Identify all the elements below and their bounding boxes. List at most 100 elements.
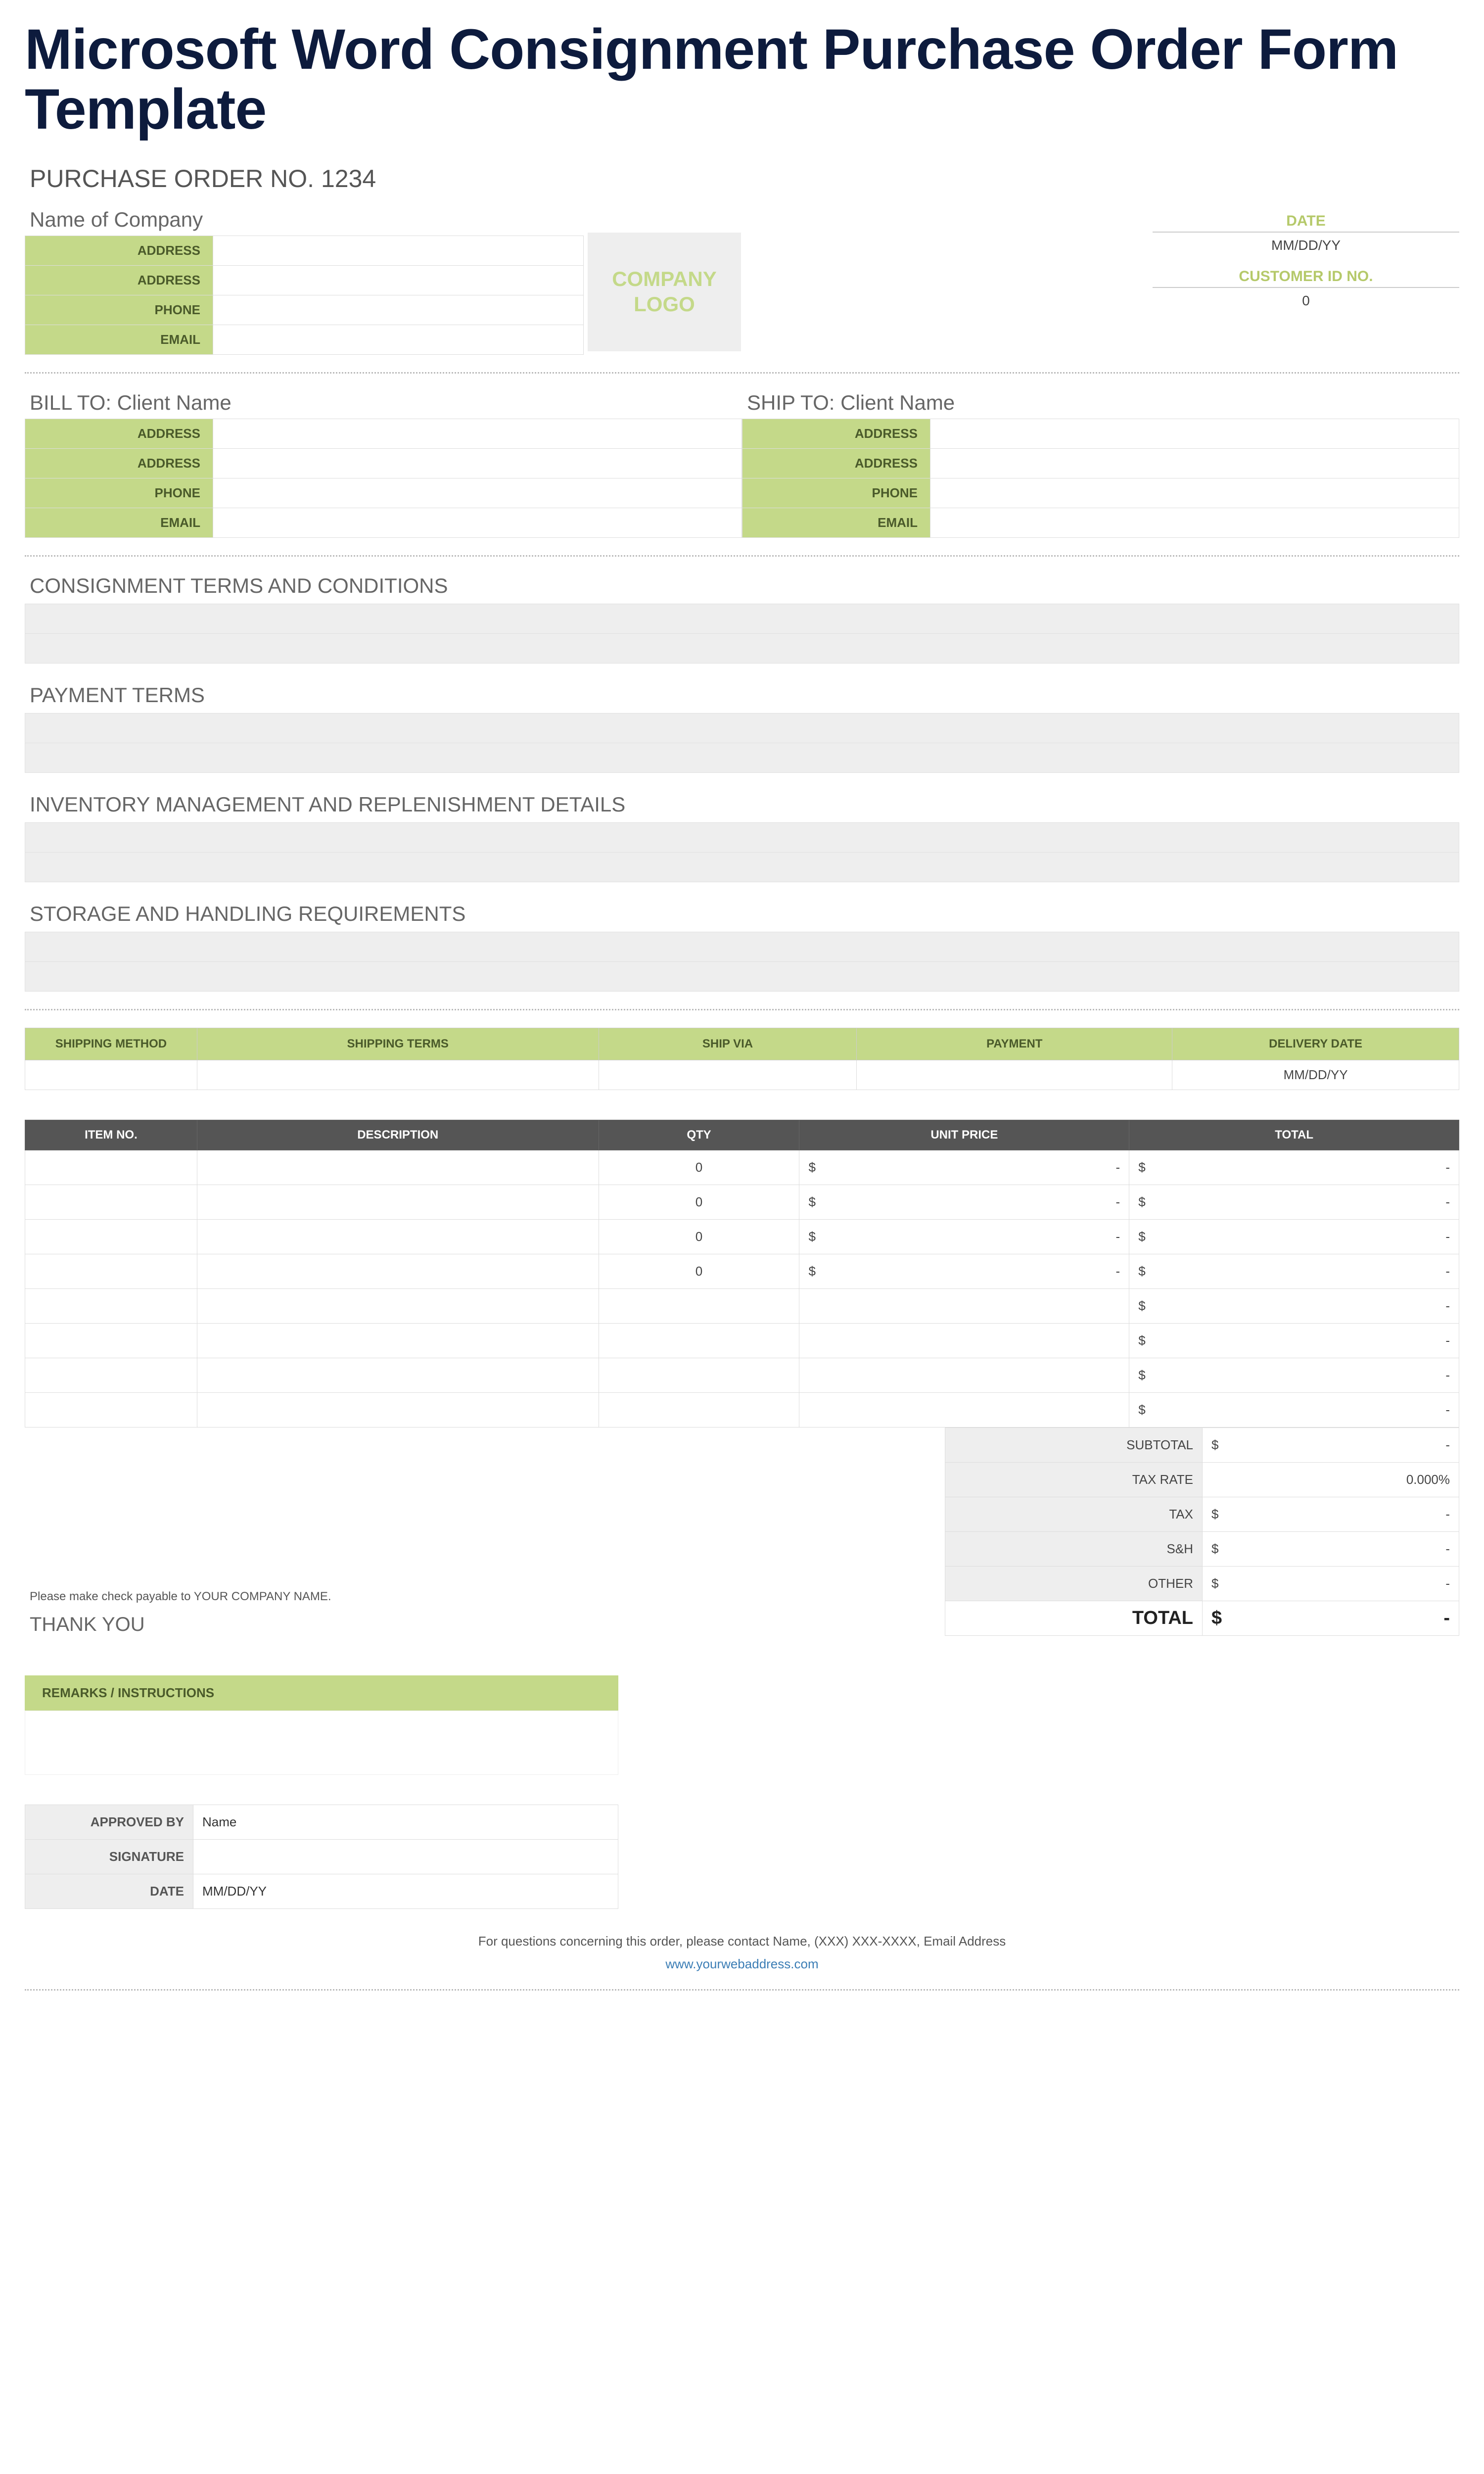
col-header: QTY bbox=[599, 1120, 799, 1150]
total-cell[interactable]: $- bbox=[1129, 1254, 1459, 1288]
unit-price-cell[interactable]: $- bbox=[799, 1254, 1129, 1288]
shipping-terms-cell[interactable] bbox=[197, 1060, 599, 1090]
approval-label-cell: SIGNATURE bbox=[25, 1839, 193, 1874]
item-no-cell[interactable] bbox=[25, 1150, 197, 1185]
field-value[interactable] bbox=[213, 448, 742, 478]
description-cell[interactable] bbox=[197, 1358, 599, 1392]
unit-price-cell[interactable]: $- bbox=[799, 1150, 1129, 1185]
total-cell[interactable]: $- bbox=[1129, 1219, 1459, 1254]
shipping-method-cell[interactable] bbox=[25, 1060, 197, 1090]
field-value[interactable] bbox=[213, 508, 742, 537]
unit-price-cell[interactable] bbox=[799, 1288, 1129, 1323]
totals-value-cell: $- bbox=[1203, 1427, 1459, 1462]
field-label: ADDRESS bbox=[742, 419, 930, 448]
qty-cell[interactable]: 0 bbox=[599, 1254, 799, 1288]
payment-cell[interactable] bbox=[857, 1060, 1172, 1090]
field-value[interactable] bbox=[213, 419, 742, 448]
bill-to-title: BILL TO: Client Name bbox=[25, 391, 742, 415]
total-cell[interactable]: $- bbox=[1129, 1288, 1459, 1323]
divider bbox=[25, 555, 1459, 557]
col-header: TOTAL bbox=[1129, 1120, 1459, 1150]
totals-row: S&H$- bbox=[945, 1531, 1459, 1566]
remarks-body[interactable] bbox=[25, 1711, 618, 1775]
totals-row: OTHER$- bbox=[945, 1566, 1459, 1601]
consignment-terms-title: CONSIGNMENT TERMS AND CONDITIONS bbox=[25, 574, 1459, 598]
table-row: $- bbox=[25, 1358, 1459, 1392]
qty-cell[interactable] bbox=[599, 1358, 799, 1392]
description-cell[interactable] bbox=[197, 1392, 599, 1427]
date-value[interactable]: MM/DD/YY bbox=[1153, 233, 1459, 263]
item-no-cell[interactable] bbox=[25, 1288, 197, 1323]
field-label: ADDRESS bbox=[742, 448, 930, 478]
approval-value-cell[interactable]: MM/DD/YY bbox=[193, 1874, 618, 1908]
unit-price-cell[interactable]: $- bbox=[799, 1185, 1129, 1219]
consignment-terms-area[interactable] bbox=[25, 604, 1459, 664]
field-value[interactable] bbox=[213, 325, 584, 354]
delivery-date-cell[interactable]: MM/DD/YY bbox=[1172, 1060, 1459, 1090]
item-no-cell[interactable] bbox=[25, 1219, 197, 1254]
qty-cell[interactable]: 0 bbox=[599, 1219, 799, 1254]
qty-cell[interactable] bbox=[599, 1392, 799, 1427]
field-value[interactable] bbox=[213, 295, 584, 325]
field-value[interactable] bbox=[213, 478, 742, 508]
col-header: DELIVERY DATE bbox=[1172, 1028, 1459, 1060]
field-value[interactable] bbox=[930, 448, 1459, 478]
description-cell[interactable] bbox=[197, 1288, 599, 1323]
field-value[interactable] bbox=[930, 419, 1459, 448]
description-cell[interactable] bbox=[197, 1323, 599, 1358]
inventory-area[interactable] bbox=[25, 822, 1459, 882]
unit-price-cell[interactable] bbox=[799, 1323, 1129, 1358]
description-cell[interactable] bbox=[197, 1150, 599, 1185]
footer-link[interactable]: www.yourwebaddress.com bbox=[25, 1956, 1459, 1972]
field-label: PHONE bbox=[25, 478, 213, 508]
field-label: EMAIL bbox=[25, 508, 213, 537]
field-label: ADDRESS bbox=[25, 265, 213, 295]
ship-via-cell[interactable] bbox=[599, 1060, 857, 1090]
item-no-cell[interactable] bbox=[25, 1323, 197, 1358]
totals-value-cell: $- bbox=[1203, 1497, 1459, 1531]
qty-cell[interactable] bbox=[599, 1323, 799, 1358]
unit-price-cell[interactable] bbox=[799, 1392, 1129, 1427]
item-no-cell[interactable] bbox=[25, 1358, 197, 1392]
field-value[interactable] bbox=[213, 265, 584, 295]
field-value[interactable] bbox=[213, 236, 584, 265]
company-info-table: ADDRESS ADDRESS PHONE EMAIL bbox=[25, 236, 584, 355]
table-row: $- bbox=[25, 1392, 1459, 1427]
total-cell[interactable]: $- bbox=[1129, 1392, 1459, 1427]
field-label: PHONE bbox=[742, 478, 930, 508]
totals-label-cell: TAX RATE bbox=[945, 1462, 1203, 1497]
total-cell[interactable]: $- bbox=[1129, 1150, 1459, 1185]
description-cell[interactable] bbox=[197, 1254, 599, 1288]
inventory-title: INVENTORY MANAGEMENT AND REPLENISHMENT D… bbox=[25, 793, 1459, 816]
col-header: DESCRIPTION bbox=[197, 1120, 599, 1150]
unit-price-cell[interactable]: $- bbox=[799, 1219, 1129, 1254]
qty-cell[interactable]: 0 bbox=[599, 1185, 799, 1219]
customer-id-value[interactable]: 0 bbox=[1153, 288, 1459, 319]
total-cell[interactable]: $- bbox=[1129, 1358, 1459, 1392]
description-cell[interactable] bbox=[197, 1185, 599, 1219]
qty-cell[interactable]: 0 bbox=[599, 1150, 799, 1185]
field-value[interactable] bbox=[930, 478, 1459, 508]
ship-to-title: SHIP TO: Client Name bbox=[742, 391, 1459, 415]
company-logo-placeholder: COMPANY LOGO bbox=[588, 233, 741, 351]
total-cell[interactable]: $- bbox=[1129, 1323, 1459, 1358]
field-label: ADDRESS bbox=[25, 236, 213, 265]
approval-row: APPROVED BYName bbox=[25, 1805, 618, 1839]
approval-value-cell[interactable]: Name bbox=[193, 1805, 618, 1839]
storage-title: STORAGE AND HANDLING REQUIREMENTS bbox=[25, 902, 1459, 926]
item-no-cell[interactable] bbox=[25, 1392, 197, 1427]
totals-row: TAX RATE0.000% bbox=[945, 1462, 1459, 1497]
approval-label-cell: APPROVED BY bbox=[25, 1805, 193, 1839]
total-cell[interactable]: $- bbox=[1129, 1185, 1459, 1219]
description-cell[interactable] bbox=[197, 1219, 599, 1254]
field-value[interactable] bbox=[930, 508, 1459, 537]
item-no-cell[interactable] bbox=[25, 1254, 197, 1288]
payment-terms-area[interactable] bbox=[25, 713, 1459, 773]
qty-cell[interactable] bbox=[599, 1288, 799, 1323]
totals-label-cell: TAX bbox=[945, 1497, 1203, 1531]
item-no-cell[interactable] bbox=[25, 1185, 197, 1219]
totals-label-cell: OTHER bbox=[945, 1566, 1203, 1601]
storage-area[interactable] bbox=[25, 932, 1459, 992]
approval-value-cell[interactable] bbox=[193, 1839, 618, 1874]
unit-price-cell[interactable] bbox=[799, 1358, 1129, 1392]
